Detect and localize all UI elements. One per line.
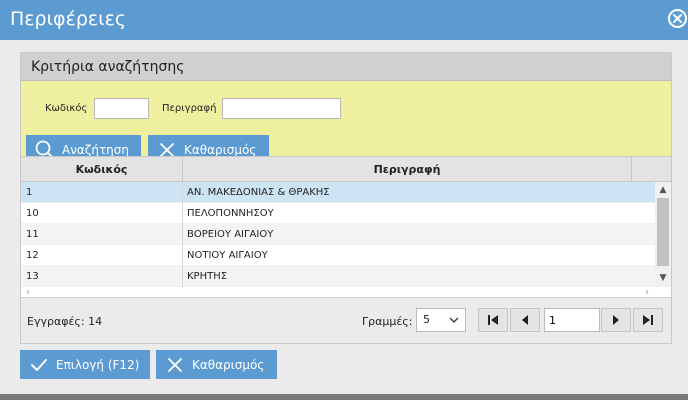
results-grid: Κωδικός Περιγραφή 1 ΑΝ. ΜΑΚΕΔΟΝΙΑΣ & ΘΡΑ… xyxy=(21,156,671,299)
clear-button-label: Καθαρισμός xyxy=(192,357,265,372)
pager-bar: Εγγραφές: 14 Γραμμές: 5 xyxy=(21,297,671,343)
row-code: 11 xyxy=(26,229,39,240)
first-page-icon xyxy=(488,315,498,325)
row-description: ΠΕΛΟΠΟΝΝΗΣΟΥ xyxy=(187,208,274,219)
previous-page-button[interactable] xyxy=(510,308,540,332)
first-page-button[interactable] xyxy=(478,308,508,332)
bottom-edge xyxy=(0,394,688,400)
close-icon xyxy=(168,357,182,372)
next-page-button[interactable] xyxy=(601,308,631,332)
code-input[interactable] xyxy=(94,98,149,119)
vertical-scrollbar[interactable]: ▲ ▼ xyxy=(655,182,671,287)
row-code: 12 xyxy=(26,250,39,261)
table-row[interactable]: 11 ΒΟΡΕΙΟΥ ΑΙΓΑΙΟΥ xyxy=(21,224,655,245)
previous-page-icon xyxy=(522,315,528,325)
search-button-label: Αναζήτηση xyxy=(62,142,129,157)
row-description: ΝΟΤΙΟΥ ΑΙΓΑΙΟΥ xyxy=(187,250,268,261)
criteria-title: Κριτήρια αναζήτησης xyxy=(31,59,185,75)
page-size-label: Γραμμές: xyxy=(362,315,413,328)
description-label: Περιγραφή xyxy=(162,103,217,114)
row-code: 1 xyxy=(26,187,33,198)
table-row[interactable]: 12 ΝΟΤΙΟΥ ΑΙΓΑΙΟΥ xyxy=(21,245,655,266)
select-button[interactable]: Επιλογή (F12) xyxy=(20,350,150,379)
code-label: Κωδικός xyxy=(45,103,88,114)
column-header-code[interactable]: Κωδικός xyxy=(21,157,183,182)
select-button-label: Επιλογή (F12) xyxy=(56,357,140,372)
scrollbar-thumb[interactable] xyxy=(657,198,669,266)
last-page-icon xyxy=(643,315,653,325)
scroll-up-icon[interactable]: ▲ xyxy=(655,183,671,197)
page-size-value: 5 xyxy=(423,313,430,326)
row-code: 13 xyxy=(26,271,39,282)
table-row[interactable]: 1 ΑΝ. ΜΑΚΕΔΟΝΙΑΣ & ΘΡΑΚΗΣ xyxy=(21,182,655,203)
column-divider xyxy=(182,182,183,287)
close-icon[interactable] xyxy=(668,9,687,28)
last-page-button[interactable] xyxy=(633,308,663,332)
page-size-select[interactable]: 5 xyxy=(416,308,466,332)
next-page-icon xyxy=(613,315,619,325)
search-panel: Κριτήρια αναζήτησης Κωδικός Περιγραφή Αν… xyxy=(20,52,672,344)
criteria-area: Κωδικός Περιγραφή Αναζήτηση Καθαρισμός xyxy=(21,81,671,164)
window-title: Περιφέρειες xyxy=(10,8,127,30)
table-row[interactable]: 13 ΚΡΗΤΗΣ xyxy=(21,266,655,287)
check-icon xyxy=(31,358,47,371)
table-row[interactable]: 10 ΠΕΛΟΠΟΝΝΗΣΟΥ xyxy=(21,203,655,224)
clear-button[interactable]: Καθαρισμός xyxy=(156,350,277,379)
grid-header: Κωδικός Περιγραφή xyxy=(21,157,671,182)
current-page-input[interactable] xyxy=(544,308,600,332)
record-count: Εγγραφές: 14 xyxy=(27,315,103,328)
criteria-header: Κριτήρια αναζήτησης xyxy=(21,53,671,81)
row-description: ΑΝ. ΜΑΚΕΔΟΝΙΑΣ & ΘΡΑΚΗΣ xyxy=(187,187,330,198)
description-input[interactable] xyxy=(222,98,341,119)
clear-criteria-label: Καθαρισμός xyxy=(184,142,257,157)
column-header-description[interactable]: Περιγραφή xyxy=(183,157,632,182)
grid-rows: 1 ΑΝ. ΜΑΚΕΔΟΝΙΑΣ & ΘΡΑΚΗΣ 10 ΠΕΛΟΠΟΝΝΗΣΟ… xyxy=(21,182,655,287)
row-code: 10 xyxy=(26,208,39,219)
row-description: ΚΡΗΤΗΣ xyxy=(187,271,228,282)
chevron-down-icon xyxy=(449,317,459,323)
dialog-body: Κριτήρια αναζήτησης Κωδικός Περιγραφή Αν… xyxy=(0,40,688,400)
row-description: ΒΟΡΕΙΟΥ ΑΙΓΑΙΟΥ xyxy=(187,229,274,240)
title-bar: Περιφέρειες xyxy=(0,0,688,40)
scroll-down-icon[interactable]: ▼ xyxy=(655,271,671,285)
